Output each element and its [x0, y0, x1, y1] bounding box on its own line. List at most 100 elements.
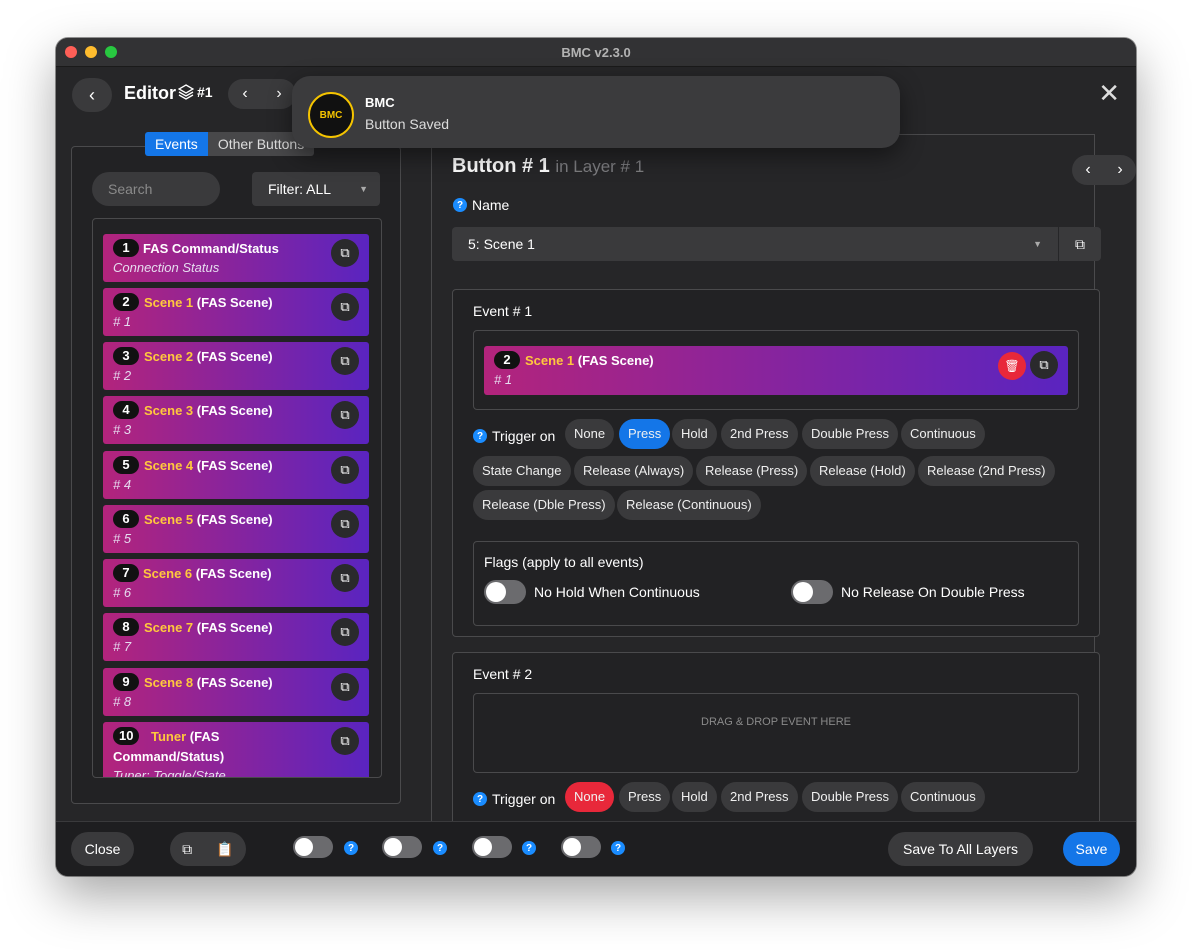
trigger-chip[interactable]: Release (Always) — [574, 456, 694, 486]
trigger-chip[interactable]: 2nd Press — [721, 782, 798, 812]
name-select[interactable]: 5: Scene 1 ▼ — [452, 227, 1058, 261]
help-icon[interactable]: ? — [473, 429, 487, 443]
back-button[interactable]: ‹ — [72, 78, 112, 112]
trigger-chip[interactable]: Double Press — [802, 419, 899, 449]
open-external-icon[interactable]: ⧉ — [331, 239, 359, 267]
event-subtitle: # 8 — [113, 694, 132, 709]
event-number: 10 — [113, 727, 140, 745]
trigger-chip[interactable]: Release (2nd Press) — [918, 456, 1055, 486]
paste-icon[interactable]: 📋 — [216, 832, 233, 866]
trigger-label: ? Trigger on — [473, 791, 555, 807]
trigger-chip[interactable]: Hold — [672, 419, 717, 449]
event-card[interactable]: 1 FAS Command/Status Connection Status ⧉ — [103, 234, 369, 282]
footer-toggle[interactable] — [472, 836, 512, 858]
open-external-icon[interactable]: ⧉ — [331, 618, 359, 646]
flags-box: Flags (apply to all events) No Hold When… — [473, 541, 1079, 626]
trash-icon[interactable]: 🗑 — [998, 352, 1026, 380]
search-input[interactable]: Search — [92, 172, 220, 206]
event-number: 6 — [113, 510, 139, 528]
event-dropzone[interactable]: DRAG & DROP EVENT HERE — [473, 693, 1079, 773]
save-button[interactable]: Save — [1063, 832, 1120, 866]
trigger-chip[interactable]: None — [565, 419, 615, 449]
trigger-chip[interactable]: Hold — [672, 782, 717, 812]
events-panel: Search Filter: ALL ▼ 1 FAS Command/Statu… — [71, 146, 401, 804]
open-external-icon[interactable]: ⧉ — [331, 401, 359, 429]
name-edit-button[interactable]: ⧉ — [1058, 227, 1101, 261]
event-card[interactable]: 9 Scene 8 (FAS Scene) # 8 ⧉ — [103, 668, 369, 716]
event-number: 7 — [113, 564, 139, 582]
footer-toggle[interactable] — [561, 836, 601, 858]
no-release-label: No Release On Double Press — [841, 584, 1025, 600]
trigger-chip[interactable]: Release (Continuous) — [617, 490, 761, 520]
no-release-toggle[interactable] — [791, 580, 833, 604]
next-layer-button[interactable]: › — [262, 79, 296, 109]
help-icon[interactable]: ? — [473, 792, 487, 806]
trigger-chip[interactable]: Press — [619, 782, 671, 812]
no-hold-toggle[interactable] — [484, 580, 526, 604]
help-icon[interactable]: ? — [522, 841, 536, 855]
assigned-event-card[interactable]: 2 Scene 1 (FAS Scene) # 1 🗑 ⧉ — [484, 346, 1068, 395]
trigger-chip[interactable]: Release (Hold) — [810, 456, 915, 486]
event-card[interactable]: 10 Tuner (FAS Command/Status) Tuner: Tog… — [103, 722, 369, 777]
copy-icon[interactable]: ⧉ — [182, 832, 192, 866]
name-label: ? Name — [453, 197, 509, 213]
notification-toast[interactable]: BMC BMC Button Saved — [292, 76, 900, 148]
event-card[interactable]: 7 Scene 6 (FAS Scene) # 6 ⧉ — [103, 559, 369, 607]
next-button-button[interactable]: › — [1104, 155, 1136, 185]
event-card[interactable]: 8 Scene 7 (FAS Scene) # 7 ⧉ — [103, 613, 369, 661]
trigger-chip-selected[interactable]: None — [565, 782, 615, 812]
help-icon[interactable]: ? — [344, 841, 358, 855]
trigger-chip[interactable]: Double Press — [802, 782, 899, 812]
event-title: Scene 3 (FAS Scene) — [144, 403, 273, 418]
trigger-chip[interactable]: Continuous — [901, 419, 985, 449]
layers-icon — [178, 84, 194, 100]
event-card[interactable]: 5 Scene 4 (FAS Scene) # 4 ⧉ — [103, 451, 369, 499]
event-card[interactable]: 3 Scene 2 (FAS Scene) # 2 ⧉ — [103, 342, 369, 390]
event-title: FAS Command/Status — [143, 241, 279, 256]
event-title: Scene 1 (FAS Scene) — [525, 353, 654, 368]
open-external-icon[interactable]: ⧉ — [331, 293, 359, 321]
trigger-chip[interactable]: 2nd Press — [721, 419, 798, 449]
open-external-icon[interactable]: ⧉ — [331, 564, 359, 592]
close-button[interactable]: Close — [71, 832, 134, 866]
event-number: 1 — [113, 239, 139, 257]
toast-message: Button Saved — [365, 116, 450, 132]
trigger-chip[interactable]: Continuous — [901, 782, 985, 812]
event-card[interactable]: 4 Scene 3 (FAS Scene) # 3 ⧉ — [103, 396, 369, 444]
close-editor-icon[interactable]: ✕ — [1098, 78, 1120, 109]
save-to-all-layers-button[interactable]: Save To All Layers — [888, 832, 1033, 866]
open-external-icon[interactable]: ⧉ — [331, 673, 359, 701]
filter-select[interactable]: Filter: ALL ▼ — [252, 172, 380, 206]
toast-app-name: BMC — [365, 95, 395, 110]
open-external-icon[interactable]: ⧉ — [331, 347, 359, 375]
event-card[interactable]: 6 Scene 5 (FAS Scene) # 5 ⧉ — [103, 505, 369, 553]
trigger-chip[interactable]: Release (Dble Press) — [473, 490, 615, 520]
event-title: Scene 1 (FAS Scene) — [144, 295, 273, 310]
footer-toggle[interactable] — [382, 836, 422, 858]
prev-layer-button[interactable]: ‹ — [228, 79, 262, 109]
open-external-icon[interactable]: ⧉ — [331, 456, 359, 484]
layer-number: #1 — [197, 84, 213, 100]
help-icon[interactable]: ? — [433, 841, 447, 855]
help-icon[interactable]: ? — [453, 198, 467, 212]
no-hold-label: No Hold When Continuous — [534, 584, 700, 600]
footer-toggle[interactable] — [293, 836, 333, 858]
help-icon[interactable]: ? — [611, 841, 625, 855]
prev-button-button[interactable]: ‹ — [1072, 155, 1104, 185]
trigger-chip-selected[interactable]: Press — [619, 419, 671, 449]
event-title: Tuner (FAS — [151, 729, 220, 744]
trigger-chip[interactable]: Release (Press) — [696, 456, 808, 486]
window-title: BMC v2.3.0 — [561, 45, 631, 60]
trigger-chip[interactable]: State Change — [473, 456, 571, 486]
event-number: 4 — [113, 401, 139, 419]
left-tabs: Events Other Buttons — [145, 132, 315, 156]
trigger-label: ? Trigger on — [473, 428, 555, 444]
tab-events[interactable]: Events — [145, 132, 208, 156]
event-card[interactable]: 2 Scene 1 (FAS Scene) # 1 ⧉ — [103, 288, 369, 336]
open-external-icon[interactable]: ⧉ — [331, 510, 359, 538]
open-external-icon[interactable]: ⧉ — [1030, 351, 1058, 379]
event-title: Scene 7 (FAS Scene) — [144, 620, 273, 635]
event-subtitle: # 4 — [113, 477, 132, 492]
event-title: Scene 4 (FAS Scene) — [144, 458, 273, 473]
open-external-icon[interactable]: ⧉ — [331, 727, 359, 755]
